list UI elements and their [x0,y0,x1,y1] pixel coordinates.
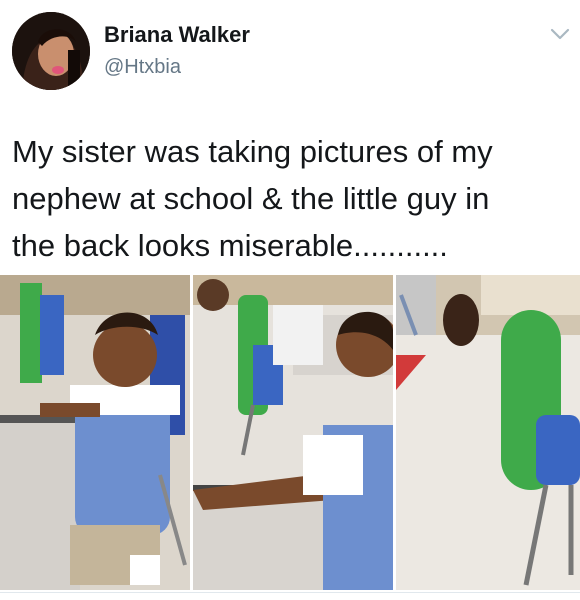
photo-grid [0,275,580,590]
chevron-down-icon[interactable] [548,22,572,46]
photo-3[interactable] [396,275,580,590]
avatar[interactable] [12,12,90,90]
photo-2[interactable] [193,275,393,590]
user-handle[interactable]: @Htxbia [104,56,181,79]
photo-1[interactable] [0,275,190,590]
tweet-line: the back looks miserable........... [12,228,448,263]
tweet-text: My sister was taking pictures of my neph… [12,128,568,269]
tweet-line: nephew at school & the little guy in [12,181,490,216]
display-name[interactable]: Briana Walker [104,22,250,48]
tweet-header: Briana Walker @Htxbia [0,0,580,100]
divider [0,592,580,593]
tweet-line: My sister was taking pictures of my [12,134,493,169]
